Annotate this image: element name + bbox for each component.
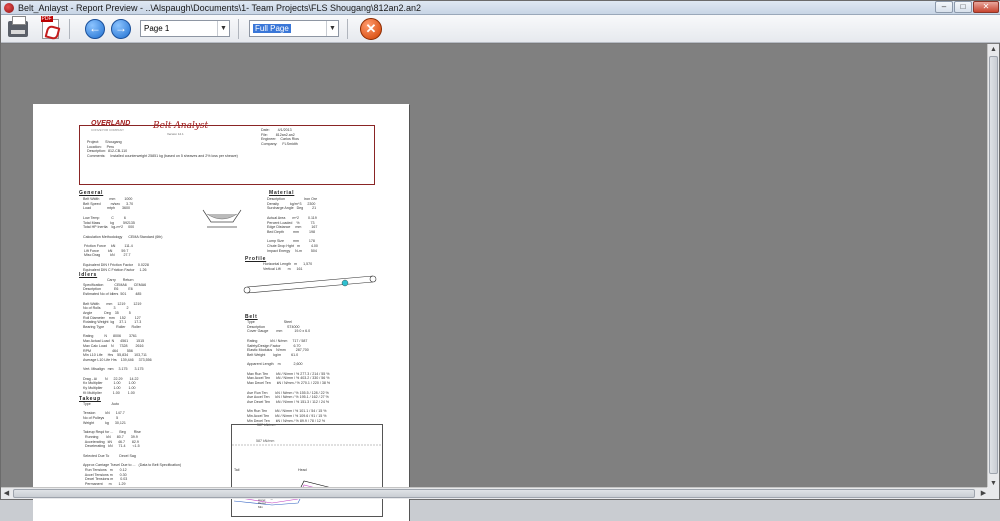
horizontal-scroll-thumb[interactable] xyxy=(13,489,975,498)
zoom-select[interactable]: Full Page ▼ xyxy=(249,20,339,37)
print-button[interactable] xyxy=(7,15,29,40)
idlers-values: Carry Return Specification CEMA6 CEMA6 D… xyxy=(83,278,152,395)
section-title-general: General xyxy=(79,190,104,196)
header-project-info: Project: Shougang Location: Peru Descrip… xyxy=(87,140,238,159)
maximize-button[interactable]: □ xyxy=(954,1,972,13)
app-icon xyxy=(4,2,14,13)
toolbar-separator xyxy=(347,18,348,39)
arrow-left-icon: ← xyxy=(85,18,105,39)
close-x-icon: ✕ xyxy=(360,17,382,40)
graph-tail-label: Tail xyxy=(234,468,240,472)
tension-graph-plot xyxy=(232,444,382,506)
graph-mid-label: 587 kN/mm xyxy=(256,439,275,443)
title-bar: Belt_Anlayst - Report Preview - ..\Alspa… xyxy=(1,1,1000,15)
previous-page-button[interactable]: ← xyxy=(84,18,106,40)
scroll-left-icon[interactable]: ◀ xyxy=(1,488,12,499)
report-preview-window: Belt_Anlayst - Report Preview - ..\Alspa… xyxy=(0,0,1000,521)
general-values: Belt Width mm 1000 Belt Speed m/sec 3.70… xyxy=(83,197,163,272)
export-pdf-button[interactable]: PDF xyxy=(39,15,61,40)
overland-logo: OVERLAND xyxy=(91,120,131,127)
arrow-right-icon: → xyxy=(111,18,131,39)
report-page: OVERLAND CONVEYOR COMPANY Belt Analyst V… xyxy=(33,104,409,521)
scrollbar-corner xyxy=(987,487,999,499)
close-preview-button[interactable]: ✕ xyxy=(360,17,382,40)
graph-top-label: 587 kN/mm xyxy=(257,423,276,427)
vertical-scrollbar[interactable]: ▲ ▼ xyxy=(987,44,999,489)
header-file-info: Date: 4/1/2013 File: 812an2.an2 Engineer… xyxy=(261,128,299,147)
minimize-button[interactable]: – xyxy=(935,1,953,13)
chevron-down-icon: ▼ xyxy=(217,21,229,36)
section-title-material: Material xyxy=(269,190,295,196)
toolbar-separator xyxy=(238,18,239,39)
takeup-values: Type Auto Tension kN 147.7 No of Pulleys… xyxy=(83,402,182,491)
graph-head-label: Head xyxy=(298,468,307,472)
window-title: Belt_Anlayst - Report Preview - ..\Alspa… xyxy=(18,2,422,13)
close-window-button[interactable]: ✕ xyxy=(973,1,999,13)
horizontal-scrollbar[interactable]: ◀ ▶ xyxy=(1,487,989,499)
printer-icon xyxy=(8,15,28,37)
belt-values: Type Steel Description ST4000 Cover Gaug… xyxy=(247,320,331,423)
pdf-icon: PDF xyxy=(40,15,59,39)
vertical-scroll-thumb[interactable] xyxy=(989,56,998,474)
belt-analyst-logo: Belt Analyst xyxy=(153,121,209,131)
page-select[interactable]: Page 1 ▼ xyxy=(140,20,230,37)
scroll-up-icon[interactable]: ▲ xyxy=(988,44,999,55)
toolbar: PDF ← → Page 1 ▼ Full Page ▼ ✕ xyxy=(1,15,1000,43)
belt-tension-graph: 587 kN/mm 587 kN/mm Tail Head Run Accel … xyxy=(231,423,383,517)
material-values: Description Iron Ore Density kg/m^3 2300… xyxy=(267,197,318,253)
next-page-button[interactable]: → xyxy=(110,18,132,40)
chevron-down-icon: ▼ xyxy=(326,21,338,36)
preview-viewport[interactable]: OVERLAND CONVEYOR COMPANY Belt Analyst V… xyxy=(1,44,989,521)
belt-analyst-version: Version 12.1 xyxy=(167,132,184,136)
idler-trough-icon xyxy=(202,209,242,228)
overland-logo-subtitle: CONVEYOR COMPANY xyxy=(91,128,124,132)
conveyor-profile-diagram xyxy=(243,275,377,294)
toolbar-separator xyxy=(69,18,70,39)
